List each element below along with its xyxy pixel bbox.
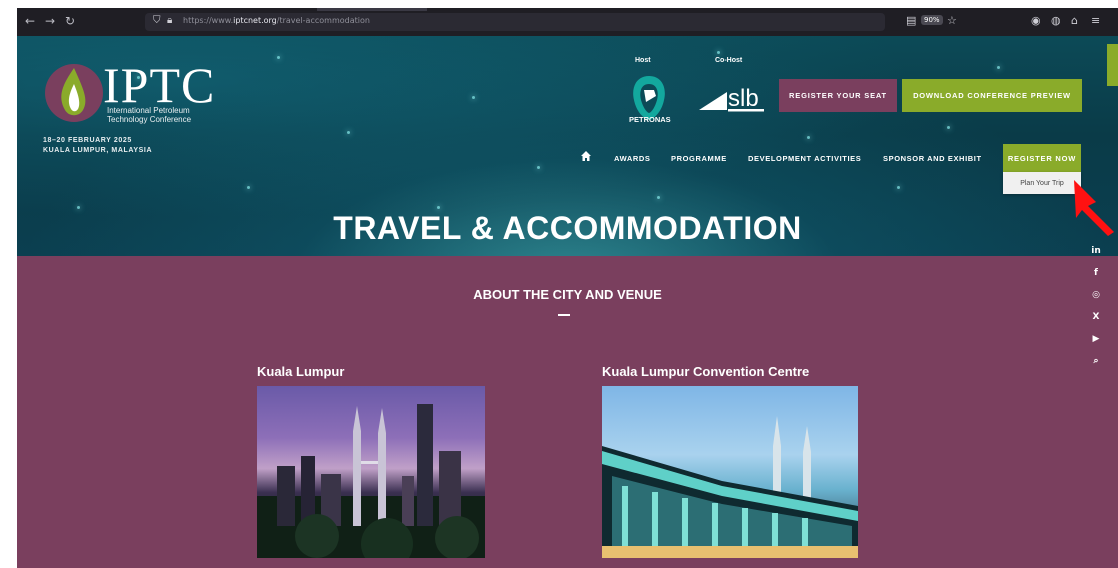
nav-item-sponsor-and-exhibit[interactable]: SPONSOR AND EXHIBIT	[883, 154, 982, 163]
cohost-label: Co-Host	[715, 57, 743, 64]
account-icon[interactable]: ◍	[1051, 14, 1061, 27]
extensions-icon[interactable]: ⌂	[1071, 14, 1078, 27]
host-label: Host	[635, 57, 651, 64]
kuala-lumpur-photo[interactable]	[257, 386, 485, 558]
side-tab[interactable]	[1107, 44, 1118, 86]
search-icon[interactable]: ⌕	[1088, 353, 1104, 369]
reader-view-icon[interactable]: ▤	[906, 14, 916, 27]
slb-logo-icon[interactable]: slb	[697, 76, 767, 116]
youtube-icon[interactable]: ▶	[1088, 331, 1104, 347]
event-dates: 18–20 FEBRUARY 2025 KUALA LUMPUR, MALAYS…	[43, 137, 153, 154]
nav-item-programme[interactable]: PROGRAMME	[671, 154, 727, 163]
petronas-wordmark: PETRONAS	[629, 115, 671, 124]
url-text[interactable]: https://www.iptcnet.org/travel-accommoda…	[183, 16, 370, 25]
section-divider	[558, 314, 570, 316]
iptc-logo[interactable]: IPTC International Petroleum Technology …	[41, 60, 231, 130]
card-title-klcc[interactable]: Kuala Lumpur Convention Centre	[602, 364, 809, 379]
nav-item-awards[interactable]: AWARDS	[614, 154, 651, 163]
nav-item-development-activities[interactable]: DEVELOPMENT ACTIVITIES	[748, 154, 861, 163]
logo-subtitle: International Petroleum Technology Confe…	[107, 106, 192, 124]
logo-wordmark: IPTC	[103, 57, 216, 113]
cursor-arrow-icon	[1074, 180, 1114, 236]
zoom-level[interactable]: 90%	[921, 15, 943, 25]
lock-icon[interactable]: 🔒︎	[167, 15, 172, 26]
home-icon[interactable]	[580, 150, 592, 162]
pocket-icon[interactable]: ◉	[1031, 14, 1041, 27]
linkedin-icon[interactable]: in	[1088, 243, 1104, 259]
x-twitter-icon[interactable]: X	[1088, 309, 1104, 325]
hero-banner: IPTC International Petroleum Technology …	[17, 36, 1118, 256]
section-heading: ABOUT THE CITY AND VENUE	[473, 287, 662, 302]
forward-icon[interactable]: →	[45, 14, 55, 28]
facebook-icon[interactable]: f	[1088, 265, 1104, 281]
bookmark-star-icon[interactable]: ☆	[947, 14, 957, 27]
download-conference-preview-button[interactable]: DOWNLOAD CONFERENCE PREVIEW	[902, 79, 1082, 112]
register-now-button[interactable]: REGISTER NOW	[1003, 144, 1081, 172]
iptc-flame-icon	[45, 64, 103, 122]
back-icon[interactable]: ←	[25, 14, 35, 28]
register-your-seat-button[interactable]: REGISTER YOUR SEAT	[779, 79, 897, 112]
kuala-lumpur-convention-centre-photo[interactable]	[602, 386, 858, 558]
page-title: TRAVEL & ACCOMMODATION	[333, 210, 802, 246]
reload-icon[interactable]: ↻	[65, 14, 75, 28]
card-title-kuala-lumpur[interactable]: Kuala Lumpur	[257, 364, 344, 379]
svg-text:slb: slb	[728, 85, 759, 112]
shield-icon[interactable]: ⛉	[153, 15, 161, 26]
browser-toolbar: ← → ↻ ⛉ 🔒︎ https://www.iptcnet.org/trave…	[17, 8, 1118, 36]
address-bar[interactable]: ⛉ 🔒︎ https://www.iptcnet.org/travel-acco…	[145, 13, 885, 31]
menu-icon[interactable]: ≡	[1091, 14, 1100, 27]
active-tab-indicator	[317, 8, 427, 11]
browser-window: ← → ↻ ⛉ 🔒︎ https://www.iptcnet.org/trave…	[17, 8, 1118, 568]
